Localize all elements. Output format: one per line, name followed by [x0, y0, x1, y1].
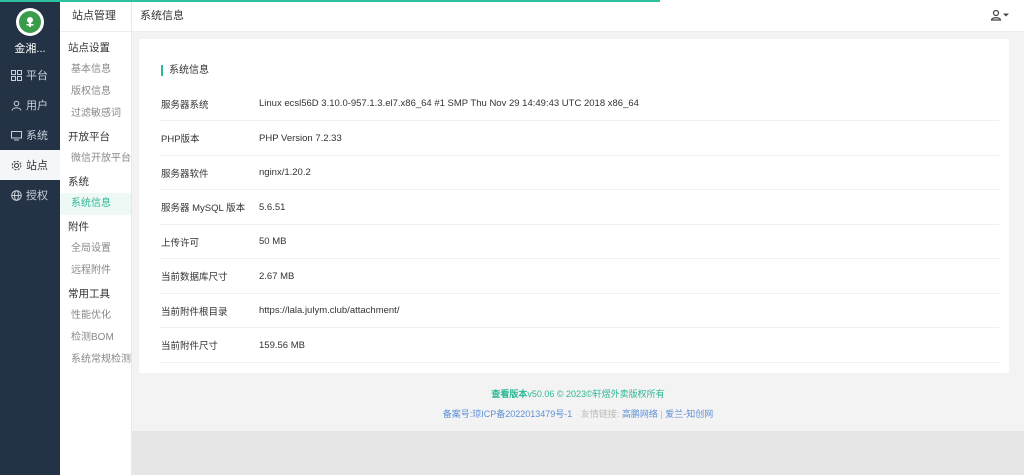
info-row: 服务器系统 Linux ecsl56D 3.10.0-957.1.3.el7.x8…	[159, 87, 999, 121]
friend-links-label: 友情链接:	[580, 409, 620, 419]
panel-title: 系统信息	[161, 65, 209, 76]
info-key: 上传许可	[161, 237, 200, 249]
info-key: 服务器 MySQL 版本	[161, 203, 246, 214]
bottom-area	[132, 431, 1024, 475]
nav-item-3[interactable]: 站点	[0, 150, 60, 180]
nav-item-label: 站点	[26, 160, 48, 172]
subnav-group: 站点设置基本信息 版权信息 过滤敏感词	[60, 37, 131, 125]
subnav-item[interactable]: 性能优化	[60, 305, 131, 327]
subnav-item[interactable]: 微信开放平台	[60, 148, 131, 170]
version-text: v50.06 © 2023©轩熤外卖版权所有	[527, 389, 665, 399]
caret-down-icon	[1003, 13, 1009, 17]
subnav-item[interactable]: 系统信息	[60, 193, 131, 215]
info-value: https://lala.julym.club/attachment/	[259, 305, 400, 316]
footer: 查看版本v50.06 © 2023©轩熤外卖版权所有 备案号:琼ICP备2022…	[132, 373, 1024, 431]
globe-icon	[10, 189, 22, 201]
footer-links: 备案号:琼ICP备2022013479号-1 友情链接: 高鹏网络 | 爱兰-知…	[132, 407, 1024, 420]
friend-link-1[interactable]: 高鹏网络	[622, 409, 658, 419]
user-menu-button[interactable]	[990, 9, 1010, 21]
info-row: 服务器 MySQL 版本 5.6.51	[159, 191, 999, 225]
subnav-group: 常用工具性能优化 检测BOM 系统常规检测	[60, 283, 131, 371]
friend-link-2[interactable]: 爱兰-知创网	[665, 409, 713, 419]
link-separator: |	[660, 409, 663, 419]
view-version-link[interactable]: 查看版本	[491, 389, 527, 399]
subnav-item[interactable]: 检测BOM	[60, 327, 131, 349]
subnav-group-title: 常用工具	[68, 288, 110, 300]
info-row: 当前数据库尺寸 2.67 MB	[159, 260, 999, 294]
monitor-icon	[10, 129, 22, 141]
info-value: 2.67 MB	[259, 270, 295, 282]
info-row: 上传许可 50 MB	[159, 225, 999, 259]
nav-item-label: 系统	[26, 130, 48, 142]
subnav-item[interactable]: 基本信息	[60, 59, 131, 81]
subnav-group: 附件全局设置 远程附件	[60, 216, 131, 282]
info-key: 服务器系统	[161, 99, 209, 111]
page-title: 系统信息	[140, 10, 184, 22]
nav-item-2[interactable]: 系统	[0, 120, 60, 150]
info-value: 50 MB	[259, 236, 287, 247]
info-value: 5.6.51	[259, 201, 286, 213]
main-content: 系统信息 服务器系统 Linux ecsl56D 3.10.0-957.1.3.e…	[132, 32, 1024, 475]
info-key: 当前附件根目录	[161, 306, 228, 318]
subnav-group: 开放平台微信开放平台	[60, 126, 131, 170]
subnav-header: 站点管理	[60, 0, 131, 32]
info-row: 当前附件根目录 https://lala.julym.club/attachmen…	[159, 294, 999, 328]
subnav-group-title: 开放平台	[68, 131, 110, 143]
info-key: 当前数据库尺寸	[161, 272, 228, 283]
info-key: PHP版本	[161, 134, 200, 145]
subnav-group: 系统系统信息	[60, 171, 131, 215]
info-value: nginx/1.20.2	[259, 167, 311, 178]
loading-progress-bar	[0, 0, 660, 2]
nav-item-1[interactable]: 用户	[0, 90, 60, 120]
subnav-item[interactable]: 版权信息	[60, 81, 131, 103]
info-value: PHP Version 7.2.33	[259, 132, 342, 144]
nav-item-0[interactable]: 平台	[0, 60, 60, 90]
main-nav: 金湘... 平台用户系统站点授权	[0, 0, 60, 475]
subnav-item[interactable]: 远程附件	[60, 260, 131, 282]
gear-icon	[10, 159, 22, 171]
info-row: PHP版本 PHP Version 7.2.33	[159, 122, 999, 156]
user-icon	[10, 99, 22, 111]
subnav-group-title: 站点设置	[68, 42, 110, 54]
subnav-item[interactable]: 系统常规检测	[60, 349, 131, 371]
subnav-item[interactable]: 过滤敏感词	[60, 103, 131, 125]
info-key: 服务器软件	[161, 168, 209, 180]
subnav-group-title: 附件	[68, 221, 89, 233]
info-key: 当前附件尺寸	[161, 341, 219, 352]
subnav-group-title: 系统	[68, 176, 89, 188]
footer-version: 查看版本v50.06 © 2023©轩熤外卖版权所有	[132, 387, 1024, 400]
info-row: 服务器软件 nginx/1.20.2	[159, 156, 999, 190]
icp-link[interactable]: 备案号:琼ICP备2022013479号-1	[443, 409, 573, 419]
nav-item-4[interactable]: 授权	[0, 180, 60, 210]
nav-item-label: 平台	[26, 70, 48, 82]
top-bar: 系统信息	[132, 0, 1024, 32]
grid-icon	[10, 69, 22, 81]
nav-item-label: 用户	[26, 100, 48, 112]
info-value: 159.56 MB	[259, 339, 305, 351]
user-icon	[990, 9, 1002, 21]
info-value: Linux ecsl56D 3.10.0-957.1.3.el7.x86_64 …	[259, 98, 639, 109]
site-name: 金湘...	[14, 43, 46, 55]
subnav-item[interactable]: 全局设置	[60, 238, 131, 260]
info-row: 当前附件尺寸 159.56 MB	[159, 329, 999, 363]
nav-item-label: 授权	[26, 190, 48, 202]
sub-nav: 站点管理 站点设置 基本信息 版权信息 过滤敏感词 开放平台 微信开放平台 系统 系统信息 附件…	[60, 0, 132, 475]
site-logo[interactable]	[16, 8, 44, 36]
logo-icon	[26, 17, 34, 27]
system-info-panel: 系统信息 服务器系统 Linux ecsl56D 3.10.0-957.1.3.e…	[139, 39, 1009, 373]
